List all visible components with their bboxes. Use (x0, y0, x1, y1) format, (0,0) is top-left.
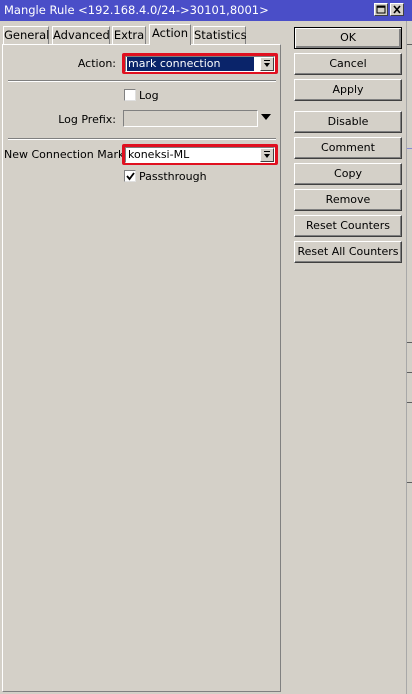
passthrough-checkbox[interactable] (124, 170, 136, 182)
close-icon (393, 5, 401, 14)
separator (8, 138, 276, 140)
edge-mark (407, 148, 412, 149)
edge-mark (407, 44, 412, 45)
remove-button[interactable]: Remove (294, 189, 402, 211)
edge-mark (407, 482, 412, 483)
tab-advanced[interactable]: Advanced (52, 26, 110, 44)
new-connection-mark-label: New Connection Mark: (4, 148, 129, 161)
log-prefix-label: Log Prefix: (58, 113, 116, 126)
action-dropdown-button[interactable] (260, 57, 274, 71)
edge-mark (407, 402, 412, 403)
edge-mark (407, 342, 412, 343)
new-connection-mark-dropdown-button[interactable] (260, 148, 274, 162)
reset-counters-button[interactable]: Reset Counters (294, 215, 402, 237)
down-arrow-icon (264, 60, 270, 67)
comment-button[interactable]: Comment (294, 137, 402, 159)
reset-all-counters-button[interactable]: Reset All Counters (294, 241, 402, 263)
close-button[interactable] (390, 3, 404, 16)
action-select-value: mark connection (127, 57, 254, 71)
tab-general[interactable]: General (3, 26, 49, 44)
maximize-icon (376, 5, 386, 14)
new-connection-mark-select[interactable]: koneksi-ML (125, 147, 275, 163)
log-checkbox[interactable] (124, 89, 136, 101)
cancel-button[interactable]: Cancel (294, 53, 402, 75)
action-label: Action: (77, 57, 116, 70)
log-prefix-input[interactable] (123, 110, 258, 127)
action-tab-panel (2, 44, 281, 692)
disable-button[interactable]: Disable (294, 111, 402, 133)
apply-button[interactable]: Apply (294, 79, 402, 101)
checkmark-icon (126, 172, 135, 181)
maximize-button[interactable] (374, 3, 388, 16)
edge-mark (407, 372, 412, 373)
down-arrow-icon (264, 151, 270, 158)
title-bar[interactable]: Mangle Rule <192.168.4.0/24->30101,8001> (0, 0, 412, 21)
mangle-rule-window: Mangle Rule <192.168.4.0/24->30101,8001>… (0, 0, 412, 694)
window-title: Mangle Rule <192.168.4.0/24->30101,8001> (4, 3, 269, 17)
copy-button[interactable]: Copy (294, 163, 402, 185)
new-connection-mark-value: koneksi-ML (128, 148, 190, 161)
tab-statistics[interactable]: Statistics (193, 26, 247, 44)
action-select[interactable]: mark connection (125, 56, 275, 72)
ok-button[interactable]: OK (294, 27, 402, 49)
log-prefix-dropdown-arrow-icon[interactable] (261, 114, 272, 121)
log-label: Log (139, 89, 159, 102)
separator (8, 80, 276, 82)
passthrough-label: Passthrough (139, 170, 207, 183)
background-window-edge (406, 21, 412, 694)
tab-action[interactable]: Action (149, 24, 191, 45)
tab-extra[interactable]: Extra (112, 26, 146, 44)
